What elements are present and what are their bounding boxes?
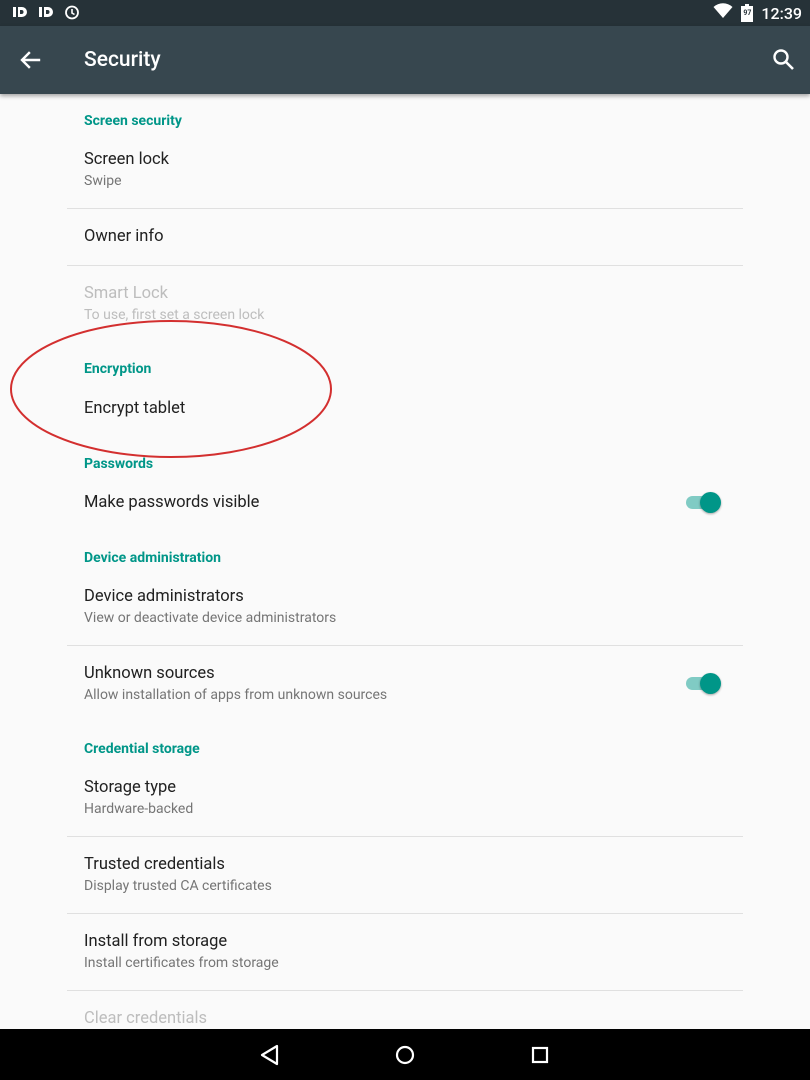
home-circle-icon — [395, 1045, 415, 1065]
item-title: Encrypt tablet — [84, 399, 186, 418]
section-header-device-administration: Device administration — [84, 550, 221, 566]
status-bar: 97 12:39 — [0, 0, 810, 26]
alarm-icon — [64, 4, 80, 24]
owner-info-item[interactable]: Owner info — [0, 209, 810, 265]
item-title: Smart Lock — [84, 284, 169, 303]
item-title: Unknown sources — [84, 664, 215, 683]
smart-lock-item: Smart Lock To use, first set a screen lo… — [0, 266, 810, 332]
nav-home-button[interactable] — [391, 1041, 419, 1069]
item-title: Owner info — [84, 227, 164, 246]
item-title: Clear credentials — [84, 1009, 208, 1028]
screen-lock-item[interactable]: Screen lock Swipe — [0, 134, 810, 208]
make-passwords-visible-toggle[interactable] — [684, 490, 724, 514]
battery-level: 97 — [743, 9, 752, 17]
navigation-bar — [0, 1029, 810, 1080]
item-subtitle: To use, first set a screen lock — [84, 307, 265, 323]
id-card-icon — [12, 4, 28, 24]
storage-type-item[interactable]: Storage type Hardware-backed — [0, 763, 810, 836]
toggle-thumb — [700, 673, 721, 694]
nav-back-button[interactable] — [256, 1041, 284, 1069]
recents-square-icon — [531, 1046, 549, 1064]
unknown-sources-toggle[interactable] — [684, 671, 724, 695]
arrow-back-icon — [20, 51, 41, 69]
unknown-sources-item[interactable]: Unknown sources Allow installation of ap… — [0, 646, 810, 720]
search-button[interactable] — [770, 46, 798, 74]
page-title: Security — [84, 48, 161, 72]
item-title: Trusted credentials — [84, 855, 225, 874]
trusted-credentials-item[interactable]: Trusted credentials Display trusted CA c… — [0, 837, 810, 913]
back-button[interactable] — [14, 44, 46, 76]
item-subtitle: View or deactivate device administrators — [84, 610, 337, 626]
back-triangle-icon — [260, 1044, 279, 1066]
status-time: 12:39 — [761, 3, 802, 23]
section-header-credential-storage: Credential storage — [84, 741, 200, 757]
toggle-thumb — [700, 492, 721, 513]
section-header-screen-security: Screen security — [84, 113, 182, 129]
item-subtitle: Display trusted CA certificates — [84, 878, 272, 894]
item-subtitle: Swipe — [84, 173, 122, 189]
settings-list: Screen security Screen lock Swipe Owner … — [0, 94, 810, 1029]
app-bar: Security — [0, 26, 810, 94]
wifi-icon — [713, 3, 733, 23]
item-subtitle: Allow installation of apps from unknown … — [84, 687, 388, 703]
battery-icon: 97 — [741, 4, 754, 22]
item-title: Screen lock — [84, 150, 169, 169]
id-card-icon — [38, 4, 54, 24]
install-from-storage-item[interactable]: Install from storage Install certificate… — [0, 914, 810, 990]
encrypt-tablet-item[interactable]: Encrypt tablet — [0, 384, 810, 434]
make-passwords-visible-item[interactable]: Make passwords visible — [0, 478, 810, 528]
section-header-encryption: Encryption — [84, 361, 152, 377]
search-icon — [773, 49, 794, 70]
item-subtitle: Hardware-backed — [84, 801, 194, 817]
section-header-passwords: Passwords — [84, 456, 154, 472]
item-title: Make passwords visible — [84, 493, 260, 512]
item-title: Install from storage — [84, 932, 228, 951]
item-title: Device administrators — [84, 587, 244, 606]
clear-credentials-item: Clear credentials — [0, 991, 810, 1029]
nav-recents-button[interactable] — [526, 1041, 554, 1069]
item-subtitle: Install certificates from storage — [84, 955, 279, 971]
item-title: Storage type — [84, 778, 177, 797]
device-administrators-item[interactable]: Device administrators View or deactivate… — [0, 572, 810, 645]
